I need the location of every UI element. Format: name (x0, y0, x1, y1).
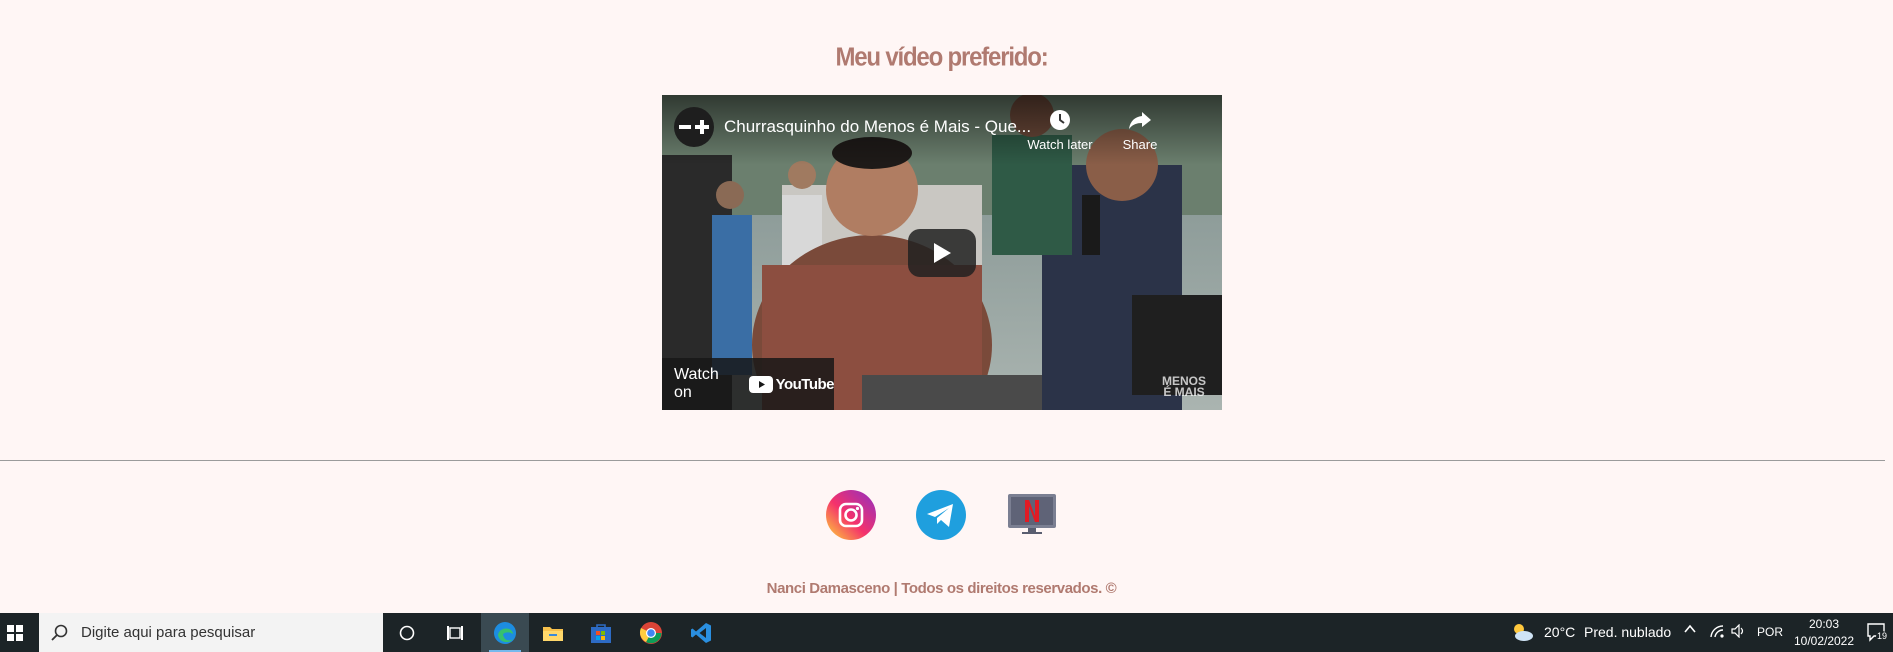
clock-icon (1020, 107, 1100, 133)
cortana-button[interactable] (383, 613, 431, 652)
search-placeholder: Digite aqui para pesquisar (81, 624, 256, 641)
search-icon (51, 624, 68, 641)
video-title[interactable]: Churrasquinho do Menos é Mais - Que... (724, 117, 1054, 137)
play-button[interactable] (908, 229, 976, 277)
vscode-icon (691, 622, 711, 643)
file-explorer-button[interactable] (529, 613, 577, 652)
notification-center-button[interactable]: 19 (1866, 621, 1888, 648)
telegram-icon (916, 490, 966, 540)
youtube-wordmark: YouTube (775, 375, 835, 393)
clock-time: 20:03 (1808, 617, 1840, 631)
task-view-icon (447, 625, 463, 640)
footer-divider (0, 460, 1885, 461)
windows-taskbar: Digite aqui para pesquisar 20°C Pred. nu… (0, 613, 1893, 652)
channel-watermark: MENOS É MAIS (1161, 374, 1206, 399)
chrome-icon (639, 621, 662, 644)
volume-icon[interactable] (1731, 623, 1747, 641)
chrome-button[interactable] (627, 613, 675, 652)
channel-logo[interactable] (674, 107, 714, 147)
instagram-icon (826, 490, 876, 540)
file-explorer-icon (543, 626, 563, 641)
cortana-icon (399, 625, 415, 640)
store-icon (591, 623, 611, 643)
netflix-icon (1008, 494, 1056, 534)
share-icon (1100, 107, 1180, 133)
netflix-link[interactable] (1006, 490, 1056, 540)
page-heading: Meu vídeo preferido: (835, 42, 1048, 73)
youtube-icon (748, 375, 773, 393)
network-icon[interactable] (1709, 624, 1725, 641)
play-icon (934, 243, 951, 263)
youtube-embed[interactable]: Churrasquinho do Menos é Mais - Que... W… (662, 95, 1222, 410)
instagram-link[interactable] (826, 490, 876, 540)
clock-date: 10/02/2022 (1793, 634, 1855, 648)
input-language[interactable]: POR (1757, 625, 1783, 639)
show-hidden-icons-chevron-icon[interactable] (1683, 622, 1697, 639)
share-label: Share (1122, 137, 1158, 152)
weather-description[interactable]: Pred. nublado (1584, 624, 1671, 640)
weather-temperature[interactable]: 20°C (1544, 624, 1575, 640)
watch-later-button[interactable]: Watch later (1020, 107, 1100, 152)
channel-logo-icon (679, 120, 709, 134)
footer-copyright: Nanci Damasceno | Todos os direitos rese… (766, 580, 1117, 597)
web-page: Meu vídeo preferido: Churrasquinho do Me… (0, 0, 1893, 613)
watch-on-youtube-button[interactable]: Watch on YouTube (662, 358, 835, 410)
taskbar-search-box[interactable]: Digite aqui para pesquisar (39, 613, 383, 652)
notification-count: 19 (1877, 631, 1888, 641)
windows-icon (6, 624, 23, 641)
edge-button[interactable] (481, 613, 529, 652)
weather-icon[interactable] (1510, 621, 1534, 648)
share-button[interactable]: Share (1100, 107, 1180, 152)
store-button[interactable] (577, 613, 625, 652)
task-view-button[interactable] (431, 613, 479, 652)
watch-later-label: Watch later (1027, 137, 1093, 152)
vscode-button[interactable] (677, 613, 725, 652)
taskbar-clock[interactable]: 20:03 10/02/2022 (1790, 616, 1858, 650)
youtube-logo: YouTube (748, 375, 835, 393)
edge-icon (494, 621, 516, 644)
telegram-link[interactable] (916, 490, 966, 540)
watch-on-label: Watch on (674, 366, 719, 401)
start-button[interactable] (0, 613, 29, 652)
